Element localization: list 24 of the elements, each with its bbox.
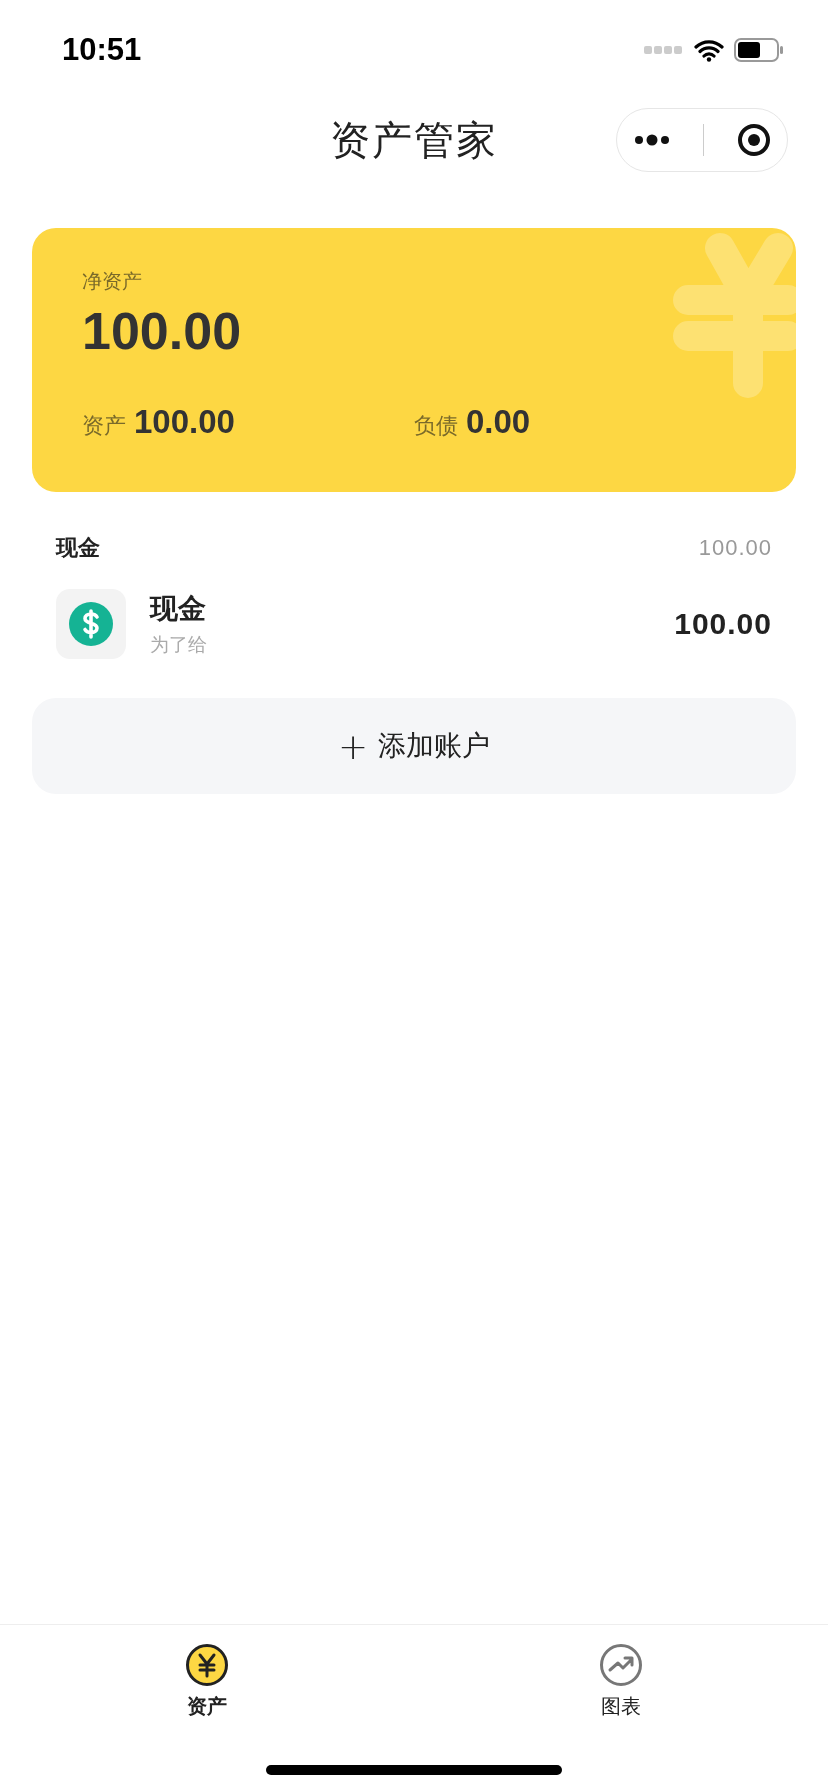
net-assets-label: 净资产 [82,268,143,295]
liabilities-label: 负债 [414,412,458,440]
group-name: 现金 [56,534,100,562]
page-title: 资产管家 [330,115,498,165]
assets-label: 资产 [82,412,126,440]
account-balance: 100.00 [674,607,772,641]
yen-coin-icon [185,1643,229,1687]
status-time: 10:51 [62,32,142,68]
more-icon[interactable] [633,134,670,146]
dollar-icon [69,602,113,646]
assets-value: 100.00 [134,403,235,441]
tab-item[interactable]: 资产 [0,1625,414,1735]
battery-icon [734,38,784,62]
close-target-icon[interactable] [736,123,771,157]
group-total: 100.00 [698,535,772,561]
liabilities-value: 0.00 [466,403,531,441]
net-assets-value: 100.00 [82,301,243,361]
trend-chart-icon [599,1643,643,1687]
wifi-icon [694,38,724,62]
account-note: 为了给 [150,632,208,657]
tab-item[interactable]: 图表 [414,1625,828,1735]
signal-icon [644,45,684,55]
add-account-button[interactable]: + 添加账户 [32,698,796,794]
account-name: 现金 [150,591,207,627]
